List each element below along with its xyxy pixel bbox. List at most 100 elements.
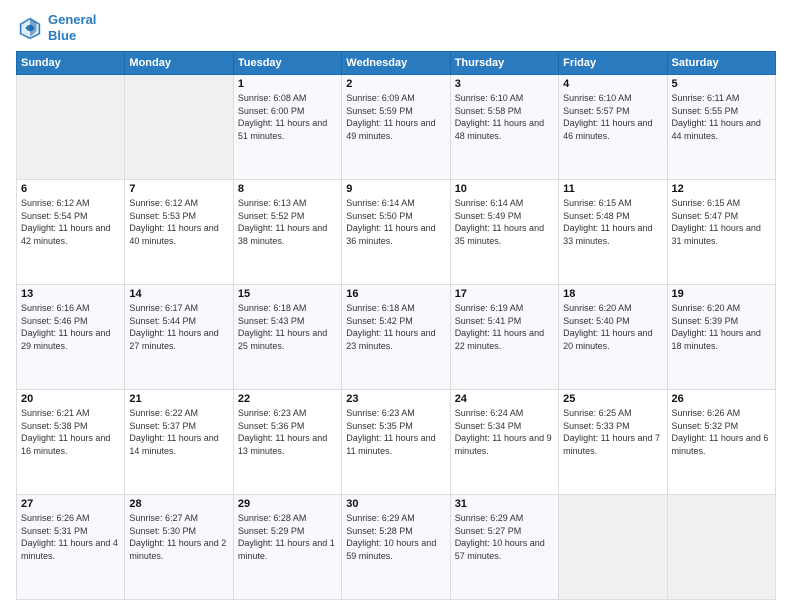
weekday-row: SundayMondayTuesdayWednesdayThursdayFrid… [17, 52, 776, 75]
calendar-cell: 5Sunrise: 6:11 AMSunset: 5:55 PMDaylight… [667, 75, 775, 180]
calendar-cell: 11 Sunrise: 6:15 AMSunset: 5:48 PMDayligh… [559, 180, 667, 285]
calendar-cell: 19 Sunrise: 6:20 AMSunset: 5:39 PMDayligh… [667, 285, 775, 390]
calendar-body: 1 Sunrise: 6:08 AMSunset: 6:00 PMDaylight… [17, 75, 776, 600]
day-number: 30 [346, 498, 445, 510]
calendar-cell: 25 Sunrise: 6:25 AMSunset: 5:33 PMDayligh… [559, 390, 667, 495]
day-number: 25 [563, 393, 662, 405]
day-number: 3 [455, 78, 554, 90]
day-info: Sunrise: 6:15 AMSunset: 5:47 PMDaylight:… [672, 197, 771, 247]
day-info: Sunrise: 6:10 AMSunset: 5:57 PMDaylight:… [563, 92, 662, 142]
day-info: Sunrise: 6:13 AMSunset: 5:52 PMDaylight:… [238, 197, 337, 247]
day-number: 8 [238, 183, 337, 195]
calendar-cell: 2 Sunrise: 6:09 AMSunset: 5:59 PMDaylight… [342, 75, 450, 180]
day-number: 6 [21, 183, 120, 195]
day-info: Sunrise: 6:19 AMSunset: 5:41 PMDaylight:… [455, 302, 554, 352]
calendar-cell: 4 Sunrise: 6:10 AMSunset: 5:57 PMDaylight… [559, 75, 667, 180]
day-info: Sunrise: 6:28 AMSunset: 5:29 PMDaylight:… [238, 512, 337, 562]
calendar-cell: 7Sunrise: 6:12 AMSunset: 5:53 PMDaylight… [125, 180, 233, 285]
calendar-cell: 24 Sunrise: 6:24 AMSunset: 5:34 PMDayligh… [450, 390, 558, 495]
calendar-cell [667, 495, 775, 600]
calendar-cell: 28Sunrise: 6:27 AMSunset: 5:30 PMDayligh… [125, 495, 233, 600]
day-info: Sunrise: 6:14 AMSunset: 5:49 PMDaylight:… [455, 197, 554, 247]
day-number: 26 [672, 393, 771, 405]
day-info: Sunrise: 6:23 AMSunset: 5:35 PMDaylight:… [346, 407, 445, 457]
calendar-cell: 26Sunrise: 6:26 AMSunset: 5:32 PMDayligh… [667, 390, 775, 495]
day-number: 1 [238, 78, 337, 90]
day-info: Sunrise: 6:18 AMSunset: 5:43 PMDaylight:… [238, 302, 337, 352]
page: GeneralBlue SundayMondayTuesdayWednesday… [0, 0, 792, 612]
day-info: Sunrise: 6:16 AMSunset: 5:46 PMDaylight:… [21, 302, 120, 352]
day-number: 27 [21, 498, 120, 510]
calendar-cell: 29 Sunrise: 6:28 AMSunset: 5:29 PMDayligh… [233, 495, 341, 600]
day-number: 12 [672, 183, 771, 195]
calendar-cell [125, 75, 233, 180]
calendar-cell: 30Sunrise: 6:29 AMSunset: 5:28 PMDayligh… [342, 495, 450, 600]
calendar-cell [559, 495, 667, 600]
calendar-week-row: 20 Sunrise: 6:21 AMSunset: 5:38 PMDayligh… [17, 390, 776, 495]
calendar-week-row: 1 Sunrise: 6:08 AMSunset: 6:00 PMDaylight… [17, 75, 776, 180]
calendar-cell: 8 Sunrise: 6:13 AMSunset: 5:52 PMDaylight… [233, 180, 341, 285]
weekday-header: Sunday [17, 52, 125, 75]
calendar-week-row: 27 Sunrise: 6:26 AMSunset: 5:31 PMDayligh… [17, 495, 776, 600]
day-info: Sunrise: 6:15 AMSunset: 5:48 PMDaylight:… [563, 197, 662, 247]
day-number: 20 [21, 393, 120, 405]
day-info: Sunrise: 6:24 AMSunset: 5:34 PMDaylight:… [455, 407, 554, 457]
calendar-header: SundayMondayTuesdayWednesdayThursdayFrid… [17, 52, 776, 75]
calendar-cell: 23 Sunrise: 6:23 AMSunset: 5:35 PMDayligh… [342, 390, 450, 495]
day-number: 31 [455, 498, 554, 510]
day-number: 16 [346, 288, 445, 300]
day-info: Sunrise: 6:26 AMSunset: 5:31 PMDaylight:… [21, 512, 120, 562]
day-info: Sunrise: 6:23 AMSunset: 5:36 PMDaylight:… [238, 407, 337, 457]
day-info: Sunrise: 6:12 AMSunset: 5:53 PMDaylight:… [129, 197, 228, 247]
calendar-cell: 27 Sunrise: 6:26 AMSunset: 5:31 PMDayligh… [17, 495, 125, 600]
day-number: 21 [129, 393, 228, 405]
day-info: Sunrise: 6:14 AMSunset: 5:50 PMDaylight:… [346, 197, 445, 247]
day-number: 10 [455, 183, 554, 195]
day-info: Sunrise: 6:11 AMSunset: 5:55 PMDaylight:… [672, 92, 771, 142]
calendar-cell: 10 Sunrise: 6:14 AMSunset: 5:49 PMDayligh… [450, 180, 558, 285]
day-number: 22 [238, 393, 337, 405]
calendar-cell: 21Sunrise: 6:22 AMSunset: 5:37 PMDayligh… [125, 390, 233, 495]
calendar-cell: 13 Sunrise: 6:16 AMSunset: 5:46 PMDayligh… [17, 285, 125, 390]
day-info: Sunrise: 6:18 AMSunset: 5:42 PMDaylight:… [346, 302, 445, 352]
day-number: 11 [563, 183, 662, 195]
day-info: Sunrise: 6:21 AMSunset: 5:38 PMDaylight:… [21, 407, 120, 457]
day-info: Sunrise: 6:25 AMSunset: 5:33 PMDaylight:… [563, 407, 662, 457]
day-number: 17 [455, 288, 554, 300]
weekday-header: Wednesday [342, 52, 450, 75]
logo-icon [16, 14, 44, 42]
logo: GeneralBlue [16, 12, 96, 43]
day-info: Sunrise: 6:29 AMSunset: 5:27 PMDaylight:… [455, 512, 554, 562]
day-number: 29 [238, 498, 337, 510]
day-info: Sunrise: 6:09 AMSunset: 5:59 PMDaylight:… [346, 92, 445, 142]
weekday-header: Friday [559, 52, 667, 75]
weekday-header: Tuesday [233, 52, 341, 75]
calendar-week-row: 13 Sunrise: 6:16 AMSunset: 5:46 PMDayligh… [17, 285, 776, 390]
day-info: Sunrise: 6:08 AMSunset: 6:00 PMDaylight:… [238, 92, 337, 142]
weekday-header: Monday [125, 52, 233, 75]
calendar-cell: 16 Sunrise: 6:18 AMSunset: 5:42 PMDayligh… [342, 285, 450, 390]
day-number: 28 [129, 498, 228, 510]
header: GeneralBlue [16, 12, 776, 43]
day-info: Sunrise: 6:20 AMSunset: 5:39 PMDaylight:… [672, 302, 771, 352]
day-number: 2 [346, 78, 445, 90]
day-number: 23 [346, 393, 445, 405]
day-number: 15 [238, 288, 337, 300]
calendar-cell: 6 Sunrise: 6:12 AMSunset: 5:54 PMDaylight… [17, 180, 125, 285]
day-number: 14 [129, 288, 228, 300]
day-number: 13 [21, 288, 120, 300]
calendar-cell: 9 Sunrise: 6:14 AMSunset: 5:50 PMDaylight… [342, 180, 450, 285]
calendar-cell: 12 Sunrise: 6:15 AMSunset: 5:47 PMDayligh… [667, 180, 775, 285]
day-info: Sunrise: 6:20 AMSunset: 5:40 PMDaylight:… [563, 302, 662, 352]
calendar-cell: 20 Sunrise: 6:21 AMSunset: 5:38 PMDayligh… [17, 390, 125, 495]
calendar-cell: 1 Sunrise: 6:08 AMSunset: 6:00 PMDaylight… [233, 75, 341, 180]
calendar-cell: 22 Sunrise: 6:23 AMSunset: 5:36 PMDayligh… [233, 390, 341, 495]
calendar-cell: 3Sunrise: 6:10 AMSunset: 5:58 PMDaylight… [450, 75, 558, 180]
weekday-header: Thursday [450, 52, 558, 75]
day-number: 24 [455, 393, 554, 405]
day-info: Sunrise: 6:12 AMSunset: 5:54 PMDaylight:… [21, 197, 120, 247]
calendar-week-row: 6 Sunrise: 6:12 AMSunset: 5:54 PMDaylight… [17, 180, 776, 285]
day-number: 19 [672, 288, 771, 300]
day-number: 4 [563, 78, 662, 90]
day-number: 9 [346, 183, 445, 195]
